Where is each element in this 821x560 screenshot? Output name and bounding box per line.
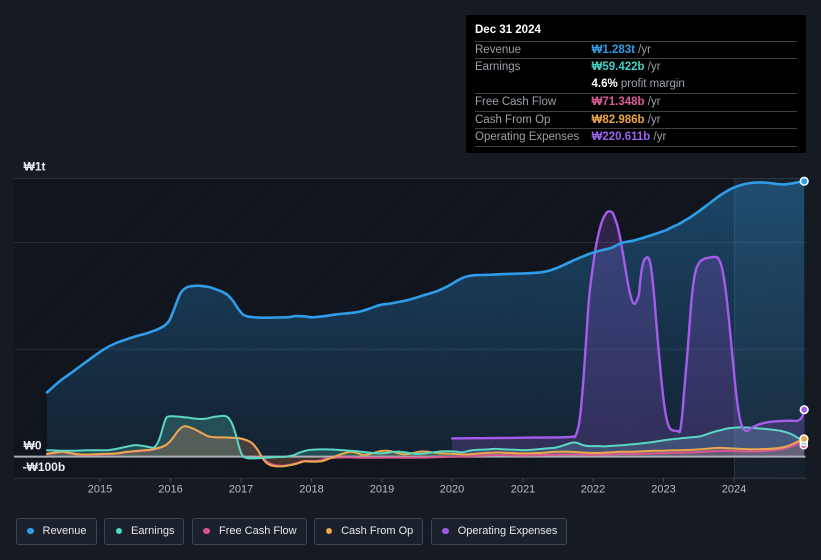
svg-text:2015: 2015 (88, 484, 112, 496)
svg-text:-₩100b: -₩100b (23, 460, 66, 474)
svg-text:₩0: ₩0 (24, 439, 42, 453)
svg-text:2023: 2023 (651, 484, 675, 496)
svg-text:2018: 2018 (299, 484, 323, 496)
svg-text:2020: 2020 (440, 484, 464, 496)
svg-text:₩1t: ₩1t (24, 160, 46, 174)
svg-text:2017: 2017 (229, 484, 253, 496)
svg-text:2019: 2019 (370, 484, 394, 496)
svg-text:2021: 2021 (511, 484, 535, 496)
svg-text:2024: 2024 (722, 484, 746, 496)
svg-text:2022: 2022 (581, 484, 605, 496)
svg-text:2016: 2016 (158, 484, 182, 496)
